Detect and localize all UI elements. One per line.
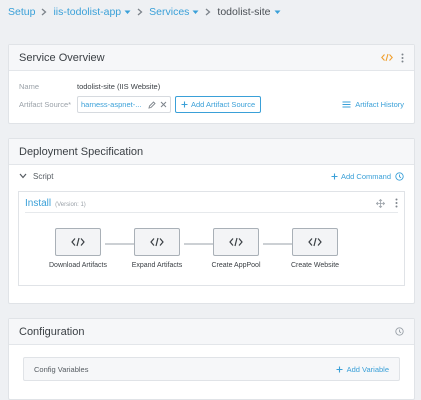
breadcrumb-app-label: iis-todolist-app [53, 6, 122, 18]
code-icon [150, 237, 164, 247]
add-artifact-source-label: Add Artifact Source [191, 100, 256, 109]
step-label: Expand Artifacts [131, 262, 183, 269]
code-icon [308, 237, 322, 247]
config-variables-label: Config Variables [34, 364, 89, 374]
chevron-right-icon [137, 8, 143, 16]
configuration-title: Configuration [19, 325, 85, 338]
code-icon [229, 237, 243, 247]
step-create-website[interactable]: Create Website [276, 228, 354, 269]
edit-icon[interactable] [148, 100, 156, 109]
name-label: Name [19, 82, 40, 91]
chevron-right-icon [205, 8, 211, 16]
name-value: todolist-site (IIS Website) [77, 82, 161, 91]
plus-icon [336, 366, 343, 372]
breadcrumb-setup[interactable]: Setup [8, 6, 35, 18]
deployment-spec-header: Deployment Specification [9, 139, 414, 165]
artifact-history-link[interactable]: Artifact History [342, 100, 404, 109]
install-version: (Version: 1) [55, 202, 86, 208]
chevron-down-icon [124, 10, 131, 14]
add-command-label: Add Command [340, 171, 391, 181]
breadcrumb-app[interactable]: iis-todolist-app [53, 6, 131, 18]
config-variables-row: Config Variables Add Variable [23, 357, 400, 381]
breadcrumb-service[interactable]: todolist-site [217, 6, 281, 18]
install-divider [25, 212, 398, 213]
breadcrumb-service-label: todolist-site [217, 6, 271, 18]
breadcrumb-services[interactable]: Services [149, 6, 199, 18]
step-box[interactable] [292, 228, 338, 256]
info-icon[interactable] [395, 171, 404, 181]
artifact-history-label: Artifact History [355, 100, 404, 109]
install-title[interactable]: Install [25, 198, 51, 209]
kebab-icon[interactable] [395, 198, 398, 208]
step-box[interactable] [134, 228, 180, 256]
artifact-source-field[interactable]: harness-aspnet-... [77, 96, 171, 113]
step-download-artifacts[interactable]: Download Artifacts [39, 228, 117, 269]
add-command-button[interactable]: Add Command [331, 172, 391, 181]
script-label: Script [33, 171, 54, 181]
configuration-header: Configuration [9, 319, 414, 345]
artifact-source-row: Artifact Source* harness-aspnet-... Add … [19, 96, 262, 113]
kebab-icon[interactable] [401, 53, 404, 63]
step-label: Download Artifacts [49, 262, 107, 269]
plus-icon [331, 173, 338, 179]
step-box[interactable] [213, 228, 259, 256]
artifact-source-value[interactable]: harness-aspnet-... [81, 100, 144, 109]
service-overview-title: Service Overview [19, 51, 105, 64]
step-label: Create Website [290, 262, 340, 269]
chevron-down-icon [19, 173, 27, 179]
deployment-spec-title: Deployment Specification [19, 145, 144, 158]
step-label: Create AppPool [211, 262, 261, 269]
chevron-right-icon [42, 8, 47, 16]
breadcrumb: Setup iis-todolist-app Services todolist… [8, 4, 281, 20]
install-command-box: Install (Version: 1) Download Artifacts … [18, 191, 405, 286]
service-overview-card: Service Overview Name todolist-site (IIS… [8, 44, 415, 124]
add-artifact-source-button[interactable]: Add Artifact Source [175, 96, 262, 113]
move-icon[interactable] [376, 198, 385, 208]
breadcrumb-setup-label: Setup [8, 6, 36, 18]
service-overview-header: Service Overview [9, 45, 414, 71]
chevron-down-icon [274, 10, 281, 14]
add-variable-label: Add Variable [346, 364, 389, 374]
history-icon [342, 101, 351, 108]
name-row: Name todolist-site (IIS Website) [19, 82, 160, 91]
chevron-down-icon [192, 10, 199, 14]
artifact-source-label: Artifact Source* [19, 100, 72, 109]
code-icon [71, 237, 85, 247]
script-toggle[interactable]: Script [19, 172, 53, 181]
script-row: Script Add Command [19, 169, 404, 183]
close-icon[interactable] [160, 101, 167, 108]
deployment-spec-card: Deployment Specification Script Add Comm… [8, 138, 415, 304]
step-box[interactable] [55, 228, 101, 256]
add-variable-button[interactable]: Add Variable [336, 365, 389, 374]
info-icon[interactable] [395, 327, 404, 336]
code-icon[interactable] [381, 53, 393, 62]
breadcrumb-services-label: Services [149, 6, 190, 18]
step-expand-artifacts[interactable]: Expand Artifacts [118, 228, 196, 269]
configuration-card: Configuration Config Variables Add Varia… [8, 318, 415, 400]
plus-icon [181, 101, 188, 108]
step-create-apppool[interactable]: Create AppPool [197, 228, 275, 269]
